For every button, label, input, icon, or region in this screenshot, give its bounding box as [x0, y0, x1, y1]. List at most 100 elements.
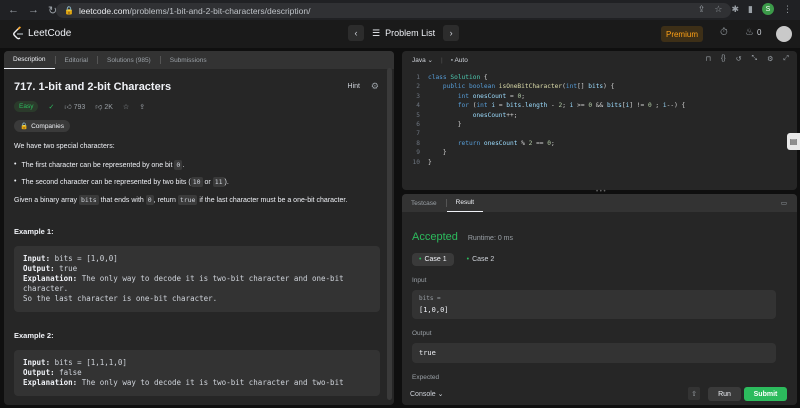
case-tabs: • Case 1 • Case 2 — [412, 253, 787, 266]
inline-code: bits — [78, 195, 99, 205]
user-avatar[interactable] — [776, 26, 792, 42]
favorite-star-icon[interactable]: ☆ — [123, 103, 129, 111]
bullet-text: or — [204, 179, 211, 186]
list-item: • The first character can be represented… — [14, 160, 185, 170]
language-select[interactable]: Java ⌄ — [412, 56, 433, 64]
example-block: Input: bits = [1,1,1,0] Output: false Ex… — [14, 350, 380, 396]
expected-label: Expected — [412, 374, 440, 381]
browser-toolbar: ← → ↻ 🔒 leetcode.com/problems/1-bit-and-… — [0, 0, 800, 20]
settings-gear-icon[interactable]: ⚙ — [767, 55, 773, 63]
inline-code: 11 — [212, 177, 225, 187]
auto-mode-toggle[interactable]: ▪ Auto — [451, 57, 468, 64]
inline-code: true — [177, 195, 198, 205]
example-title: Example 2: — [14, 331, 54, 340]
document-icon: ▤ — [789, 137, 798, 146]
bookmark-icon[interactable]: ⊓ — [705, 55, 710, 63]
editor-bottom-bar: Console ⌄ ⇧ Run Submit — [402, 383, 797, 405]
accepted-label: Accepted — [412, 231, 458, 243]
solved-check-icon: ✓ — [48, 103, 55, 111]
difficulty-badge: Easy — [14, 101, 39, 112]
problem-list-button[interactable]: ☰ Problem List — [372, 28, 435, 39]
streak-fire-icon[interactable]: ♨ — [745, 27, 754, 38]
problem-statement: Given a binary array bits that ends with… — [14, 195, 348, 205]
next-problem-button[interactable]: › — [443, 25, 460, 41]
companies-label: Companies — [31, 122, 64, 130]
timer-icon[interactable]: ⏱ — [720, 27, 728, 38]
lock-icon: 🔒 — [64, 6, 74, 15]
result-status: Accepted Runtime: 0 ms — [412, 231, 787, 243]
description-scrollbar[interactable] — [387, 68, 392, 400]
share-icon[interactable]: ⇪ — [139, 103, 145, 111]
settings-gear-icon[interactable]: ⚙ — [371, 81, 379, 92]
tab-case-2[interactable]: • Case 2 — [460, 253, 502, 266]
reset-icon[interactable]: ↺ — [736, 55, 742, 63]
premium-button[interactable]: Premium — [661, 26, 703, 42]
hint-button[interactable]: Hint — [348, 83, 360, 90]
editor-toolbar: Java ⌄ | ▪ Auto ⊓ {} ↺ ⤡ ⚙ ⤢ — [412, 55, 789, 64]
list-icon: ☰ — [372, 27, 381, 38]
lock-icon: ▪ — [450, 56, 454, 64]
tab-result[interactable]: Result — [446, 194, 484, 212]
output-box: true — [412, 343, 776, 363]
leetcode-logo[interactable]: LeetCode — [12, 26, 71, 40]
runtime-label: Runtime: 0 ms — [467, 235, 513, 242]
example-block: Input: bits = [1,0,0] Output: true Expla… — [14, 246, 380, 312]
url-host: leetcode.com — [78, 5, 130, 16]
submit-button[interactable]: Submit — [744, 387, 787, 401]
bullet-text: The second character can be represented … — [21, 179, 191, 186]
tab-submissions[interactable]: Submissions — [161, 51, 216, 69]
upload-icon[interactable]: ⇧ — [688, 387, 700, 400]
chevron-down-icon: ⌄ — [427, 57, 433, 64]
problem-meta: Easy ✓ 👍︎ 793 👎︎ 2K ☆ ⇪ — [14, 101, 384, 112]
bullet-text: The first character can be represented b… — [21, 162, 173, 169]
code-editor-panel: Java ⌄ | ▪ Auto ⊓ {} ↺ ⤡ ⚙ ⤢ 1 class Solu… — [402, 51, 797, 190]
back-icon[interactable]: ← — [8, 4, 19, 17]
expand-icon[interactable]: ⤢ — [783, 55, 789, 63]
like-count: 793 — [73, 104, 86, 111]
input-box: bits = [1,0,0] — [412, 290, 776, 319]
tab-description[interactable]: Description — [4, 51, 55, 69]
description-tabs: Description Editorial Solutions (985) Su… — [4, 51, 394, 69]
dislike-button[interactable]: 👎︎ 2K — [95, 102, 113, 111]
tab-testcase[interactable]: Testcase — [402, 194, 446, 212]
leetcode-logo-icon — [13, 26, 23, 40]
language-label: Java — [412, 57, 426, 64]
tab-editorial[interactable]: Editorial — [56, 51, 97, 69]
output-label: Output — [412, 330, 432, 337]
bookmark-star-icon[interactable]: ☆ — [714, 4, 722, 15]
braces-icon[interactable]: {} — [721, 55, 726, 63]
problem-title: 717. 1-bit and 2-bit Characters — [14, 81, 172, 93]
sidepanel-icon[interactable]: ▮ — [748, 4, 753, 15]
result-panel: Testcase Result ▭ Accepted Runtime: 0 ms… — [402, 194, 797, 405]
console-toggle[interactable]: Console ⌄ — [410, 390, 444, 398]
logo-text: LeetCode — [28, 27, 72, 39]
side-notes-tab[interactable]: ▤ — [787, 133, 800, 150]
share-icon[interactable]: ⇪ — [698, 4, 706, 15]
collapse-panel-icon[interactable]: ▭ — [781, 199, 787, 207]
thumbs-up-icon: 👍︎ — [64, 104, 72, 111]
extensions-icon[interactable]: ✱ — [732, 4, 740, 15]
site-nav: LeetCode ‹ ☰ Problem List › Premium ⏱ ♨ … — [0, 20, 800, 48]
inline-code: 0 — [145, 195, 154, 205]
input-value: [1,0,0] — [419, 306, 449, 314]
menu-kebab-icon[interactable]: ⋮ — [783, 4, 792, 15]
tab-case-1[interactable]: • Case 1 — [412, 253, 454, 266]
mode-label: Auto — [454, 56, 468, 64]
prev-problem-button[interactable]: ‹ — [348, 25, 364, 41]
inline-code: 0 — [174, 160, 183, 170]
problem-list-label: Problem List — [385, 28, 436, 38]
bullet-text: ). — [224, 179, 229, 186]
run-button[interactable]: Run — [708, 387, 741, 401]
companies-tag[interactable]: 🔒 Companies — [14, 120, 70, 132]
profile-avatar[interactable]: S — [762, 3, 774, 15]
fullscreen-shrink-icon[interactable]: ⤡ — [752, 55, 758, 63]
address-bar[interactable]: 🔒 leetcode.com/problems/1-bit-and-2-bit-… — [56, 3, 731, 18]
like-button[interactable]: 👍︎ 793 — [64, 102, 85, 111]
code-editor[interactable]: 1 class Solution { 2 public boolean isOne… — [402, 69, 797, 167]
forward-icon[interactable]: → — [28, 4, 39, 17]
tab-solutions[interactable]: Solutions (985) — [98, 51, 160, 69]
result-tabs: Testcase Result ▭ — [402, 194, 797, 212]
input-key: bits = — [419, 295, 441, 302]
example-title: Example 1: — [14, 227, 54, 236]
inline-code: 10 — [190, 177, 203, 187]
